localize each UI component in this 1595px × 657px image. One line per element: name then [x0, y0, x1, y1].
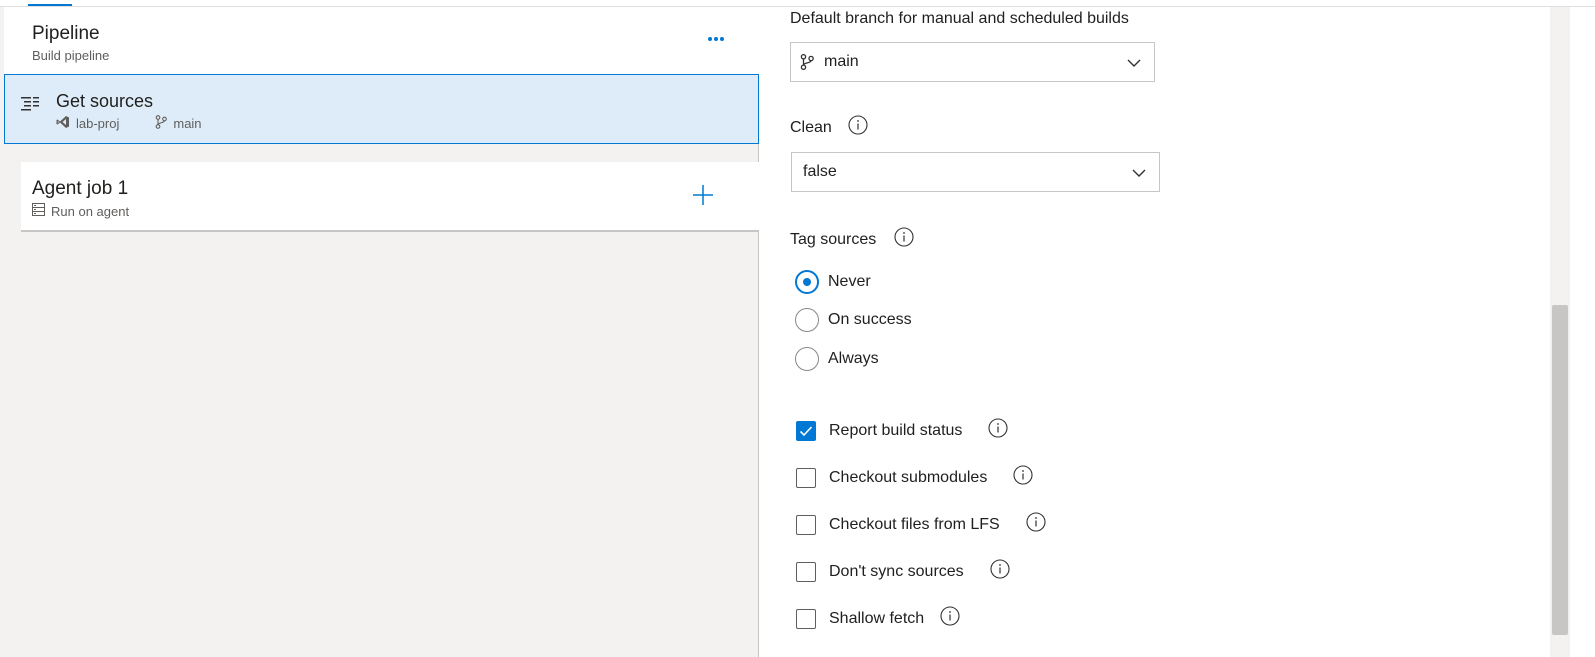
checkbox-checkout-lfs[interactable]: Checkout files from LFS: [796, 512, 1046, 537]
info-icon[interactable]: [1013, 465, 1033, 490]
info-icon[interactable]: [940, 606, 960, 631]
checkmark-icon: [799, 425, 813, 436]
info-icon[interactable]: [988, 418, 1008, 443]
clean-label-text: Clean: [790, 118, 832, 136]
default-branch-label: Default branch for manual and scheduled …: [790, 10, 1129, 28]
checkbox-shallow-fetch[interactable]: Shallow fetch: [796, 606, 960, 631]
radio-on-success[interactable]: On success: [795, 308, 912, 332]
clean-value: false: [803, 163, 837, 180]
radio-label: On success: [828, 311, 912, 328]
checkbox[interactable]: [796, 608, 816, 629]
get-sources-title: Get sources: [56, 91, 154, 111]
scrollbar-thumb[interactable]: [1552, 305, 1568, 635]
radio-always[interactable]: Always: [795, 347, 879, 371]
branch-meta: main: [155, 115, 202, 132]
checkbox[interactable]: [796, 467, 816, 488]
pipeline-header[interactable]: Pipeline Build pipeline: [4, 7, 759, 74]
repo-meta: lab-proj: [56, 115, 119, 132]
checkbox-checked[interactable]: [796, 420, 816, 441]
branch-name: main: [173, 116, 202, 131]
branch-icon: [800, 53, 814, 71]
agent-job-title: Agent job 1: [32, 178, 129, 199]
repo-name: lab-proj: [76, 116, 120, 131]
agent-job-meta: Run on agent: [32, 203, 129, 220]
tag-sources-label-text: Tag sources: [790, 230, 877, 248]
info-icon[interactable]: [848, 115, 868, 140]
right-margin: [1570, 7, 1595, 657]
server-icon: [32, 203, 45, 220]
radio-button[interactable]: [795, 347, 819, 371]
get-sources-meta: lab-proj main: [56, 115, 202, 132]
info-icon[interactable]: [894, 227, 914, 252]
checkbox-label: Shallow fetch: [829, 609, 925, 627]
default-branch-value: main: [824, 53, 859, 70]
get-sources-settings-pane: Default branch for manual and scheduled …: [760, 7, 1550, 657]
more-ellipsis-icon[interactable]: [704, 27, 728, 51]
branch-icon: [155, 115, 168, 132]
default-branch-dropdown[interactable]: main: [790, 42, 1155, 82]
clean-label: Clean: [790, 115, 868, 140]
checkbox-dont-sync-sources[interactable]: Don't sync sources: [796, 559, 1010, 584]
radio-never[interactable]: Never: [795, 270, 871, 294]
checkbox-checkout-submodules[interactable]: Checkout submodules: [796, 465, 1033, 490]
info-icon[interactable]: [1026, 512, 1046, 537]
radio-label: Never: [828, 273, 871, 290]
chevron-down-icon: [1131, 165, 1147, 186]
checkbox-label: Report build status: [829, 421, 963, 439]
pipeline-subtitle: Build pipeline: [32, 48, 110, 63]
plus-icon[interactable]: [690, 182, 716, 208]
radio-label: Always: [828, 350, 879, 367]
radio-button-checked[interactable]: [795, 270, 819, 294]
radio-button[interactable]: [795, 308, 819, 332]
get-sources-item[interactable]: Get sources lab-proj main: [4, 74, 759, 144]
checkbox[interactable]: [796, 561, 816, 582]
checkbox-report-build-status[interactable]: Report build status: [796, 418, 1008, 443]
top-tab-strip: [0, 0, 1595, 7]
checkbox-label: Don't sync sources: [829, 562, 964, 580]
clean-dropdown[interactable]: false: [791, 152, 1160, 192]
visual-studio-icon: [56, 115, 70, 132]
checkbox-label: Checkout files from LFS: [829, 515, 1000, 533]
agent-job-item[interactable]: Agent job 1 Run on agent: [21, 162, 759, 232]
tag-sources-label: Tag sources: [790, 227, 914, 252]
checkbox-label: Checkout submodules: [829, 468, 988, 486]
pipeline-tree-pane: Pipeline Build pipeline Get sources lab-…: [0, 7, 759, 657]
list-icon: [21, 95, 39, 116]
default-branch-label-text: Default branch for manual and scheduled …: [790, 10, 1129, 27]
chevron-down-icon: [1126, 55, 1142, 76]
checkbox[interactable]: [796, 514, 816, 535]
info-icon[interactable]: [990, 559, 1010, 584]
agent-job-subtitle: Run on agent: [51, 204, 130, 219]
pipeline-title: Pipeline: [32, 23, 100, 44]
active-tab-indicator: [28, 4, 72, 6]
